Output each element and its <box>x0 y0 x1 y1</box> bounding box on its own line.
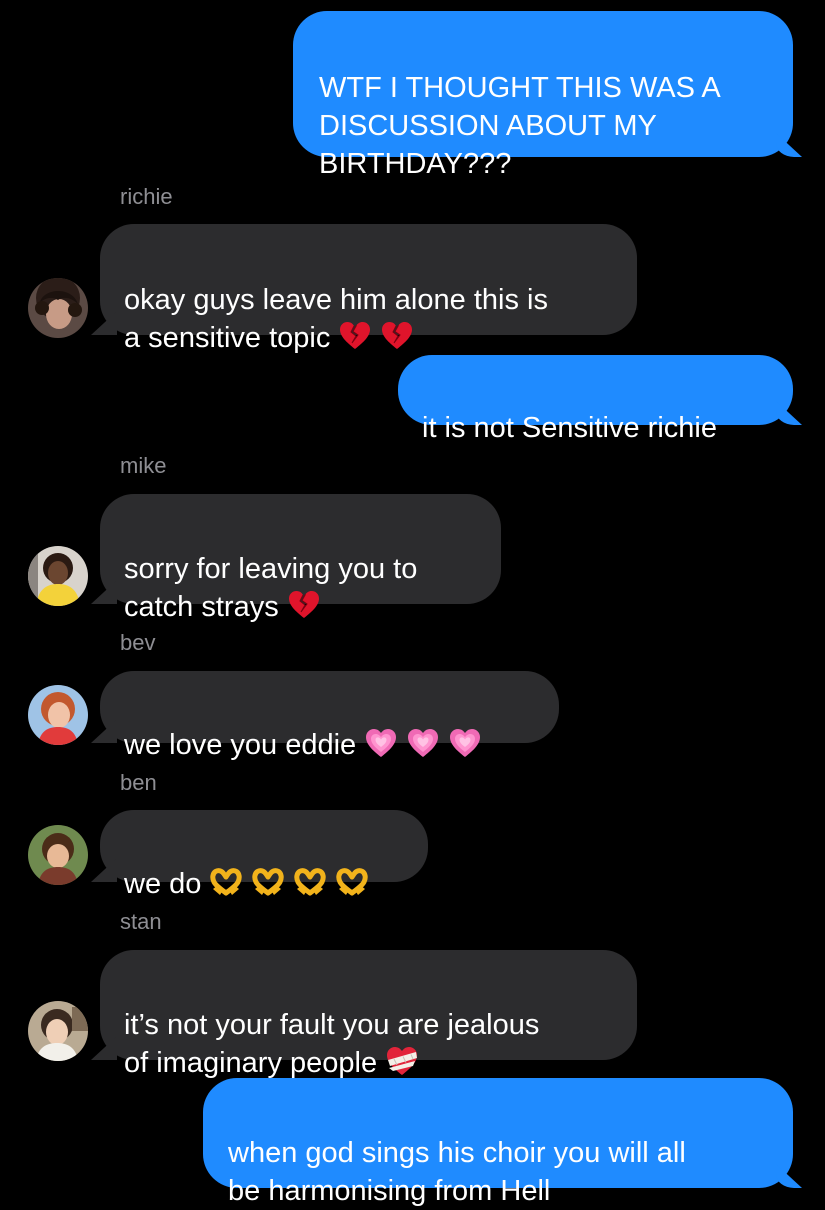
message-text: we love you eddie <box>124 729 357 761</box>
message-bubble-outgoing[interactable]: WTF I THOUGHT THIS WAS A DISCUSSION ABOU… <box>293 11 793 180</box>
sender-name: bev <box>120 630 156 655</box>
message-bubble-incoming[interactable]: we do <box>100 810 428 900</box>
avatar-mike[interactable] <box>28 546 88 606</box>
message-bubble-incoming[interactable]: sorry for leaving you to catch strays <box>100 494 501 623</box>
mending-heart-icon <box>385 1044 419 1078</box>
heart-hands-icon <box>293 865 327 899</box>
sender-name: stan <box>120 909 162 934</box>
sender-name: ben <box>120 770 157 795</box>
broken-heart-icon <box>380 319 414 353</box>
sender-name: mike <box>120 453 167 478</box>
avatar-richie[interactable] <box>28 278 88 338</box>
heart-hands-icon <box>209 865 243 899</box>
message-text: okay guys leave him alone this is a sens… <box>124 284 548 354</box>
message-text: sorry for leaving you to catch strays <box>124 553 418 623</box>
avatar-bev[interactable] <box>28 685 88 745</box>
message-bubble-incoming[interactable]: we love you eddie <box>100 671 559 761</box>
message-text: it is not Sensitive richie <box>422 412 717 444</box>
heart-hands-icon <box>251 865 285 899</box>
message-text: WTF I THOUGHT THIS WAS A DISCUSSION ABOU… <box>319 72 721 180</box>
growing-heart-icon <box>448 726 482 760</box>
broken-heart-icon <box>287 588 321 622</box>
sender-name: richie <box>120 184 173 209</box>
message-bubble-outgoing[interactable]: when god sings his choir you will all be… <box>203 1078 793 1207</box>
broken-heart-icon <box>338 319 372 353</box>
message-bubble-incoming[interactable]: it’s not your fault you are jealous of i… <box>100 950 637 1079</box>
growing-heart-icon <box>406 726 440 760</box>
avatar-ben[interactable] <box>28 825 88 885</box>
message-text: when god sings his choir you will all be… <box>228 1137 686 1207</box>
message-bubble-incoming[interactable]: okay guys leave him alone this is a sens… <box>100 224 637 354</box>
message-bubble-outgoing[interactable]: it is not Sensitive richie <box>398 355 793 444</box>
message-text: we do <box>124 868 202 900</box>
growing-heart-icon <box>364 726 398 760</box>
message-text: it’s not your fault you are jealous of i… <box>124 1009 540 1079</box>
heart-hands-icon <box>335 865 369 899</box>
avatar-stan[interactable] <box>28 1001 88 1061</box>
